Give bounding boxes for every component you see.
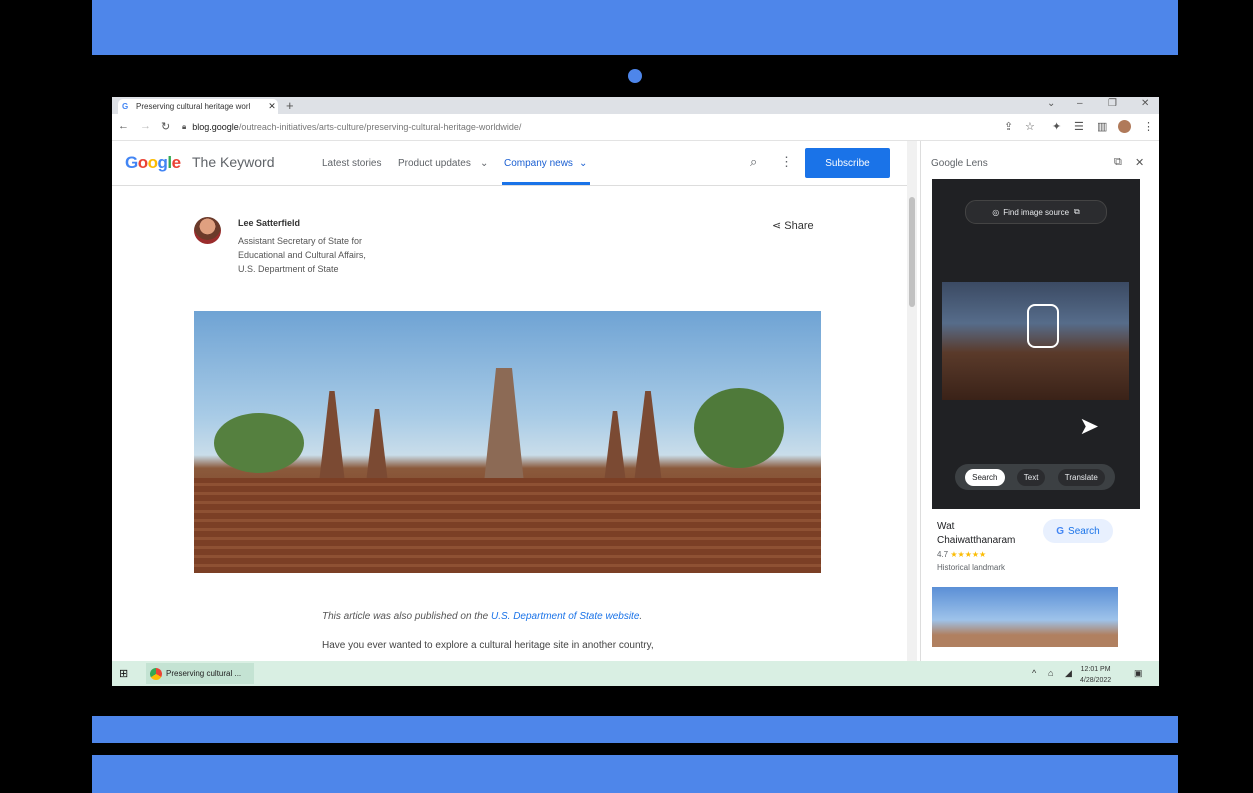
reload-icon[interactable]: ↻	[161, 120, 170, 133]
site-header: Google The Keyword Latest stories Produc…	[112, 141, 907, 186]
clock-date: 4/28/2022	[1080, 677, 1112, 684]
mode-translate[interactable]: Translate	[1057, 468, 1105, 486]
clock-time: 12:01 PM	[1080, 666, 1111, 673]
chevron-down-icon[interactable]: ⌄	[480, 158, 488, 169]
search-button-label: Search	[1068, 525, 1100, 537]
nav-latest-stories[interactable]: Latest stories	[322, 158, 381, 169]
result-thumbnail[interactable]	[932, 587, 1118, 647]
google-search-button[interactable]: G Search	[1043, 519, 1113, 543]
author-avatar	[194, 217, 221, 244]
article-caption: This article was also published on the U…	[322, 611, 642, 622]
chevron-down-icon[interactable]: ⌄	[579, 158, 587, 169]
tray-chevron-icon[interactable]: ^	[1032, 668, 1036, 678]
open-in-new-icon: ⧉	[1074, 207, 1080, 216]
camera-dot	[628, 69, 642, 83]
google-g-icon: G	[1056, 525, 1065, 537]
share-button[interactable]: ⋖ Share	[772, 219, 814, 232]
lens-icon: ◎	[992, 207, 1000, 217]
lens-image-preview[interactable]	[942, 282, 1129, 400]
author-role: Assistant Secretary of State for Educati…	[238, 236, 366, 274]
result-type: Historical landmark	[937, 563, 1006, 572]
address-bar[interactable]: 🔒︎ blog.google /outreach-initiatives/art…	[182, 118, 1082, 136]
extensions-icon[interactable]: ✦	[1052, 120, 1061, 133]
active-nav-indicator	[502, 182, 590, 185]
caption-end: .	[639, 611, 643, 622]
bookmark-star-icon[interactable]: ☆	[1025, 120, 1035, 133]
browser-toolbar: ← → ↻ 🔒︎ blog.google /outreach-initiativ…	[112, 114, 1159, 141]
new-tab-button[interactable]: +	[286, 98, 294, 113]
nav-company-news[interactable]: Company news	[504, 158, 573, 169]
more-options-icon[interactable]: ⋮	[780, 154, 793, 170]
bottom-banner-2	[92, 755, 1178, 793]
caption-text: This article was also published on the	[322, 611, 491, 622]
scrollbar-thumb[interactable]	[909, 197, 915, 307]
find-image-source-button[interactable]: ◎ Find image source ⧉	[965, 200, 1107, 224]
profile-avatar[interactable]	[1118, 120, 1131, 133]
menu-kebab-icon[interactable]: ⋮	[1143, 120, 1154, 133]
find-source-label: Find image source	[1003, 207, 1070, 217]
google-favicon-icon: G	[122, 102, 129, 111]
state-dept-link[interactable]: U.S. Department of State website	[491, 611, 639, 622]
maximize-button[interactable]: ❐	[1108, 98, 1117, 109]
google-logo[interactable]: Google	[125, 153, 181, 173]
selection-box[interactable]	[1027, 304, 1059, 348]
reading-list-icon[interactable]: ☰	[1074, 120, 1084, 133]
windows-start-icon[interactable]: ⊞	[119, 667, 128, 680]
side-panel-icon[interactable]: ▥	[1097, 120, 1107, 133]
url-path: /outreach-initiatives/arts-culture/prese…	[238, 122, 522, 132]
top-banner	[92, 0, 1178, 55]
page-content: Google The Keyword Latest stories Produc…	[112, 141, 907, 661]
hero-image[interactable]	[194, 311, 821, 573]
rating-stars: ★★★★★	[950, 550, 987, 559]
share-icon: ⋖	[772, 220, 782, 232]
lens-viewer: ◎ Find image source ⧉ ➤ Search Text Tran…	[932, 179, 1140, 509]
mode-text[interactable]: Text	[1016, 468, 1046, 486]
chrome-icon	[150, 667, 162, 680]
lock-icon: 🔒︎	[182, 122, 187, 131]
url-host: blog.google	[192, 122, 239, 132]
back-icon[interactable]: ←	[118, 120, 129, 132]
article-paragraph: Have you ever wanted to explore a cultur…	[322, 640, 654, 651]
desktop-screen: G Preserving cultural heritage worl ✕ + …	[112, 97, 1159, 686]
share-page-icon[interactable]: ⇪	[1004, 120, 1013, 133]
google-lens-panel: Google Lens ⧉ ✕ ◎ Find image source ⧉ ➤ …	[920, 141, 1159, 661]
taskbar-chrome-app[interactable]: Preserving cultural ...	[146, 663, 254, 684]
notification-icon[interactable]: ▣	[1134, 668, 1143, 679]
network-icon[interactable]: ⌂	[1048, 668, 1053, 678]
forward-icon[interactable]: →	[140, 120, 151, 132]
tab-close-icon[interactable]: ✕	[266, 101, 278, 112]
bottom-banner-1	[92, 716, 1178, 743]
tab-search-icon[interactable]: ⌄	[1047, 98, 1055, 109]
subscribe-button[interactable]: Subscribe	[805, 148, 890, 178]
taskbar-clock[interactable]: 12:01 PM 4/28/2022	[1080, 664, 1111, 686]
close-window-button[interactable]: ✕	[1141, 98, 1149, 109]
share-label: Share	[784, 220, 814, 232]
lens-mode-switcher: Search Text Translate	[955, 464, 1115, 490]
windows-taskbar: ⊞ Preserving cultural ... ^ ⌂ ◢ 12:01 PM…	[112, 661, 1159, 686]
lens-header-title: Google Lens	[931, 158, 988, 169]
open-in-new-icon[interactable]: ⧉	[1114, 156, 1122, 169]
tab-title: Preserving cultural heritage worl	[136, 102, 251, 111]
author-name: Lee Satterfield	[238, 218, 301, 228]
browser-tab[interactable]: G Preserving cultural heritage worl ✕	[118, 99, 278, 114]
rating-value: 4.7	[937, 550, 949, 559]
result-name[interactable]: Wat Chaiwatthanaram	[937, 520, 1032, 548]
mouse-cursor-icon: ➤	[1079, 413, 1100, 440]
tab-strip: G Preserving cultural heritage worl ✕ + …	[112, 97, 1159, 114]
mode-search[interactable]: Search	[965, 468, 1005, 486]
result-rating: 4.7 ★★★★★	[937, 550, 986, 559]
volume-icon[interactable]: ◢	[1065, 668, 1072, 679]
site-name[interactable]: The Keyword	[192, 154, 274, 170]
taskbar-app-label: Preserving cultural ...	[166, 669, 242, 678]
close-panel-icon[interactable]: ✕	[1135, 156, 1144, 169]
minimize-button[interactable]: –	[1077, 98, 1083, 109]
search-icon[interactable]: ⌕	[750, 154, 757, 170]
nav-product-updates[interactable]: Product updates	[398, 158, 471, 169]
